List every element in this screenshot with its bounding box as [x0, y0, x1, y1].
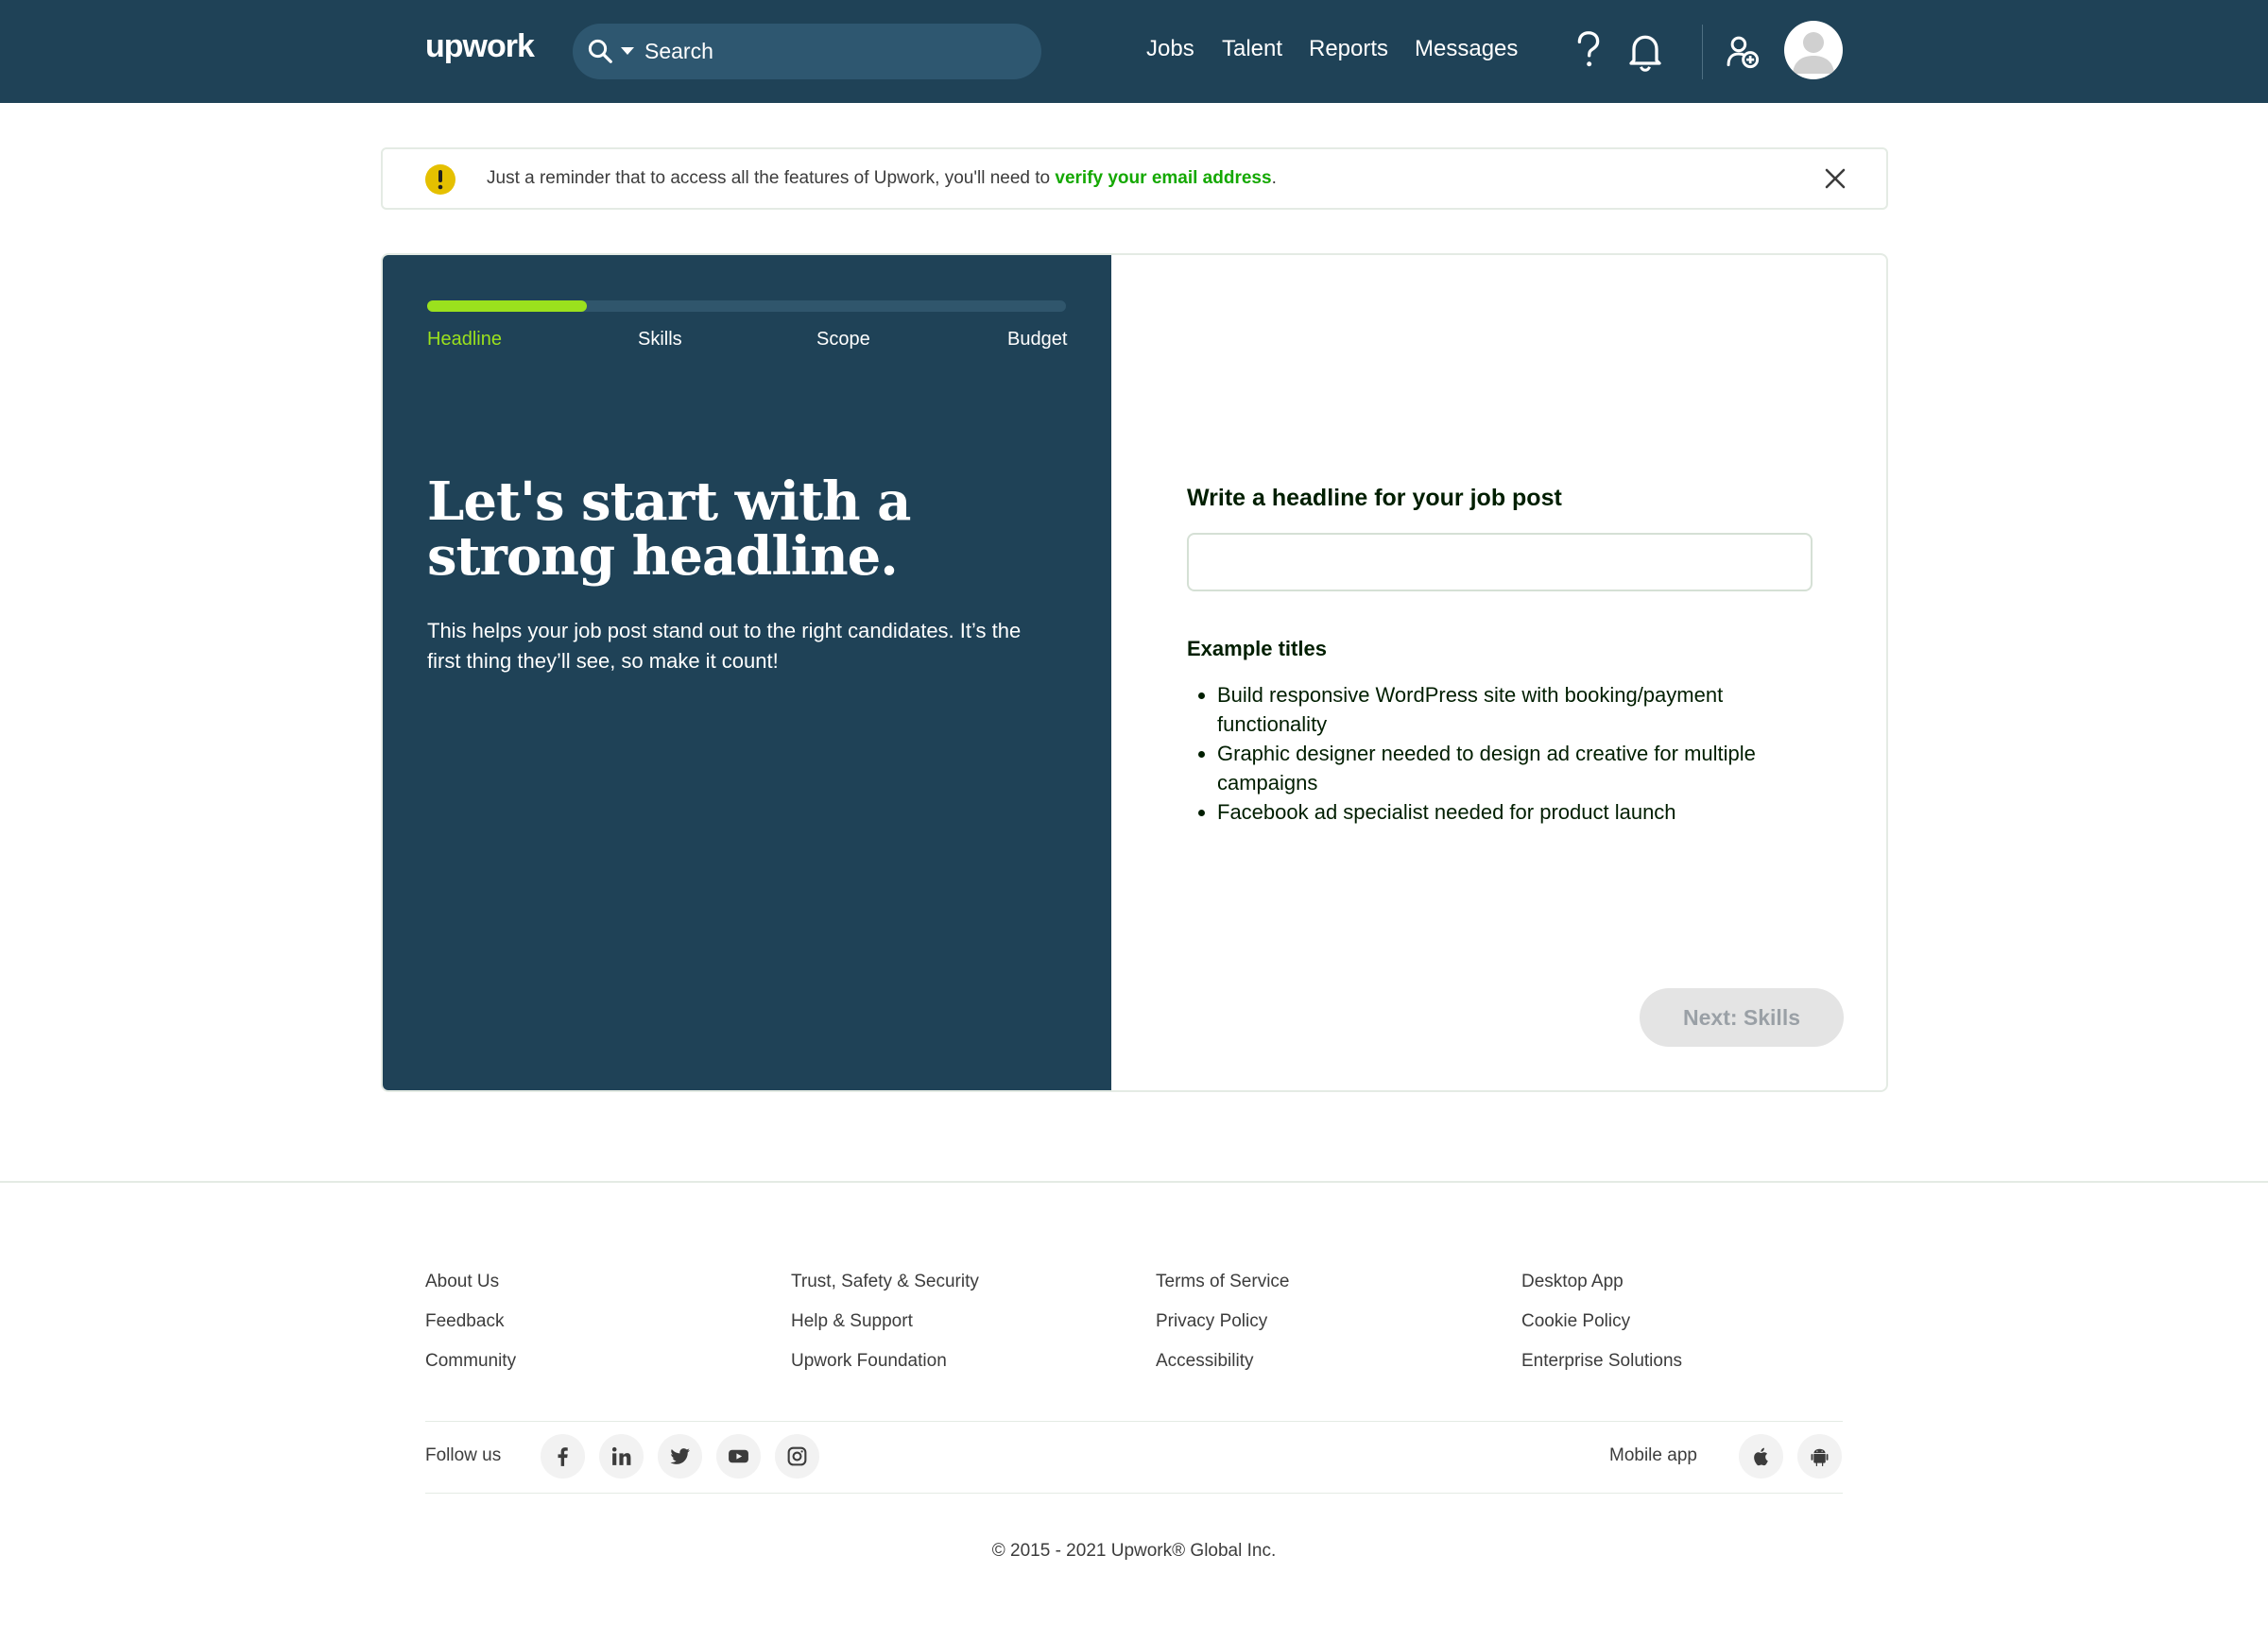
- list-item: Facebook ad specialist needed for produc…: [1217, 797, 1803, 827]
- instagram-icon: [787, 1446, 807, 1466]
- footer-link-enterprise[interactable]: Enterprise Solutions: [1521, 1351, 1682, 1372]
- footer-link-about-us[interactable]: About Us: [425, 1272, 499, 1292]
- user-silhouette-icon: [1793, 32, 1834, 74]
- top-navigation-bar: upwork Search Jobs Talent Reports Messag…: [0, 0, 2268, 103]
- banner-suffix: .: [1271, 168, 1277, 188]
- nav-jobs[interactable]: Jobs: [1146, 36, 1194, 62]
- progress-bar: [427, 300, 1066, 312]
- facebook-icon: [558, 1447, 568, 1466]
- list-item: Build responsive WordPress site with boo…: [1217, 680, 1803, 739]
- page-title: Let's start with a strong headline.: [427, 470, 911, 588]
- twitter-icon: [670, 1448, 690, 1464]
- footer-link-trust-safety[interactable]: Trust, Safety & Security: [791, 1272, 979, 1292]
- page-subtitle: This helps your job post stand out to th…: [427, 619, 1022, 673]
- close-icon[interactable]: [1823, 166, 1847, 191]
- headline-label: Write a headline for your job post: [1187, 485, 1562, 511]
- example-titles-list: Build responsive WordPress site with boo…: [1217, 680, 1803, 827]
- twitter-button[interactable]: [658, 1434, 702, 1479]
- android-icon: [1811, 1448, 1829, 1467]
- example-titles-heading: Example titles: [1187, 637, 1327, 660]
- apple-app-button[interactable]: [1739, 1434, 1783, 1479]
- step-skills: Skills: [638, 329, 682, 350]
- chevron-down-icon[interactable]: [618, 42, 637, 60]
- list-item: Graphic designer needed to design ad cre…: [1217, 739, 1803, 797]
- apple-icon: [1754, 1447, 1768, 1466]
- linkedin-icon: [611, 1446, 631, 1465]
- progress-bar-fill: [427, 300, 587, 312]
- banner-message: Just a reminder that to access all the f…: [487, 168, 1277, 189]
- instagram-button[interactable]: [775, 1434, 819, 1479]
- footer-link-privacy[interactable]: Privacy Policy: [1156, 1311, 1267, 1332]
- footer-link-accessibility[interactable]: Accessibility: [1156, 1351, 1253, 1372]
- copyright-text: © 2015 - 2021 Upwork® Global Inc.: [991, 1541, 1277, 1561]
- follow-us-label: Follow us: [425, 1445, 502, 1465]
- bell-icon[interactable]: [1628, 32, 1662, 72]
- nav-talent[interactable]: Talent: [1222, 36, 1282, 62]
- step-headline: Headline: [427, 329, 502, 350]
- step-scope: Scope: [816, 329, 870, 350]
- search-input[interactable]: Search: [644, 39, 713, 64]
- footer-rule-top: [425, 1421, 1843, 1422]
- android-app-button[interactable]: [1797, 1434, 1842, 1479]
- next-skills-button[interactable]: Next: Skills: [1640, 988, 1844, 1047]
- add-user-icon[interactable]: [1726, 34, 1760, 70]
- footer-link-feedback[interactable]: Feedback: [425, 1311, 504, 1332]
- nav-messages[interactable]: Messages: [1415, 36, 1518, 62]
- footer-link-community[interactable]: Community: [425, 1351, 516, 1372]
- help-icon[interactable]: [1572, 30, 1605, 72]
- warning-icon: [425, 164, 455, 195]
- header-divider: [1702, 25, 1703, 79]
- wizard-intro-panel: Headline Skills Scope Budget Let's start…: [383, 255, 1111, 1090]
- upwork-logo[interactable]: upwork: [425, 28, 535, 65]
- footer-rule-bottom: [425, 1493, 1843, 1494]
- footer-link-help-support[interactable]: Help & Support: [791, 1311, 913, 1332]
- headline-input[interactable]: [1187, 533, 1813, 591]
- step-budget: Budget: [1007, 329, 1068, 350]
- footer-link-desktop-app[interactable]: Desktop App: [1521, 1272, 1624, 1292]
- facebook-button[interactable]: [541, 1434, 585, 1479]
- search-bar[interactable]: Search: [573, 24, 1041, 79]
- job-post-wizard-card: Headline Skills Scope Budget Let's start…: [381, 253, 1888, 1092]
- search-icon[interactable]: [586, 37, 614, 65]
- nav-reports[interactable]: Reports: [1309, 36, 1388, 62]
- youtube-button[interactable]: [716, 1434, 761, 1479]
- avatar[interactable]: [1784, 21, 1843, 79]
- linkedin-button[interactable]: [599, 1434, 644, 1479]
- footer-link-upwork-foundation[interactable]: Upwork Foundation: [791, 1351, 947, 1372]
- verify-email-link[interactable]: verify your email address: [1055, 168, 1271, 188]
- mobile-app-label: Mobile app: [1609, 1445, 1697, 1465]
- footer-link-terms[interactable]: Terms of Service: [1156, 1272, 1289, 1292]
- youtube-icon: [729, 1449, 748, 1463]
- verify-email-banner: Just a reminder that to access all the f…: [381, 147, 1888, 210]
- footer-link-cookie-policy[interactable]: Cookie Policy: [1521, 1311, 1630, 1332]
- banner-text: Just a reminder that to access all the f…: [487, 168, 1056, 188]
- footer-divider: [0, 1181, 2268, 1183]
